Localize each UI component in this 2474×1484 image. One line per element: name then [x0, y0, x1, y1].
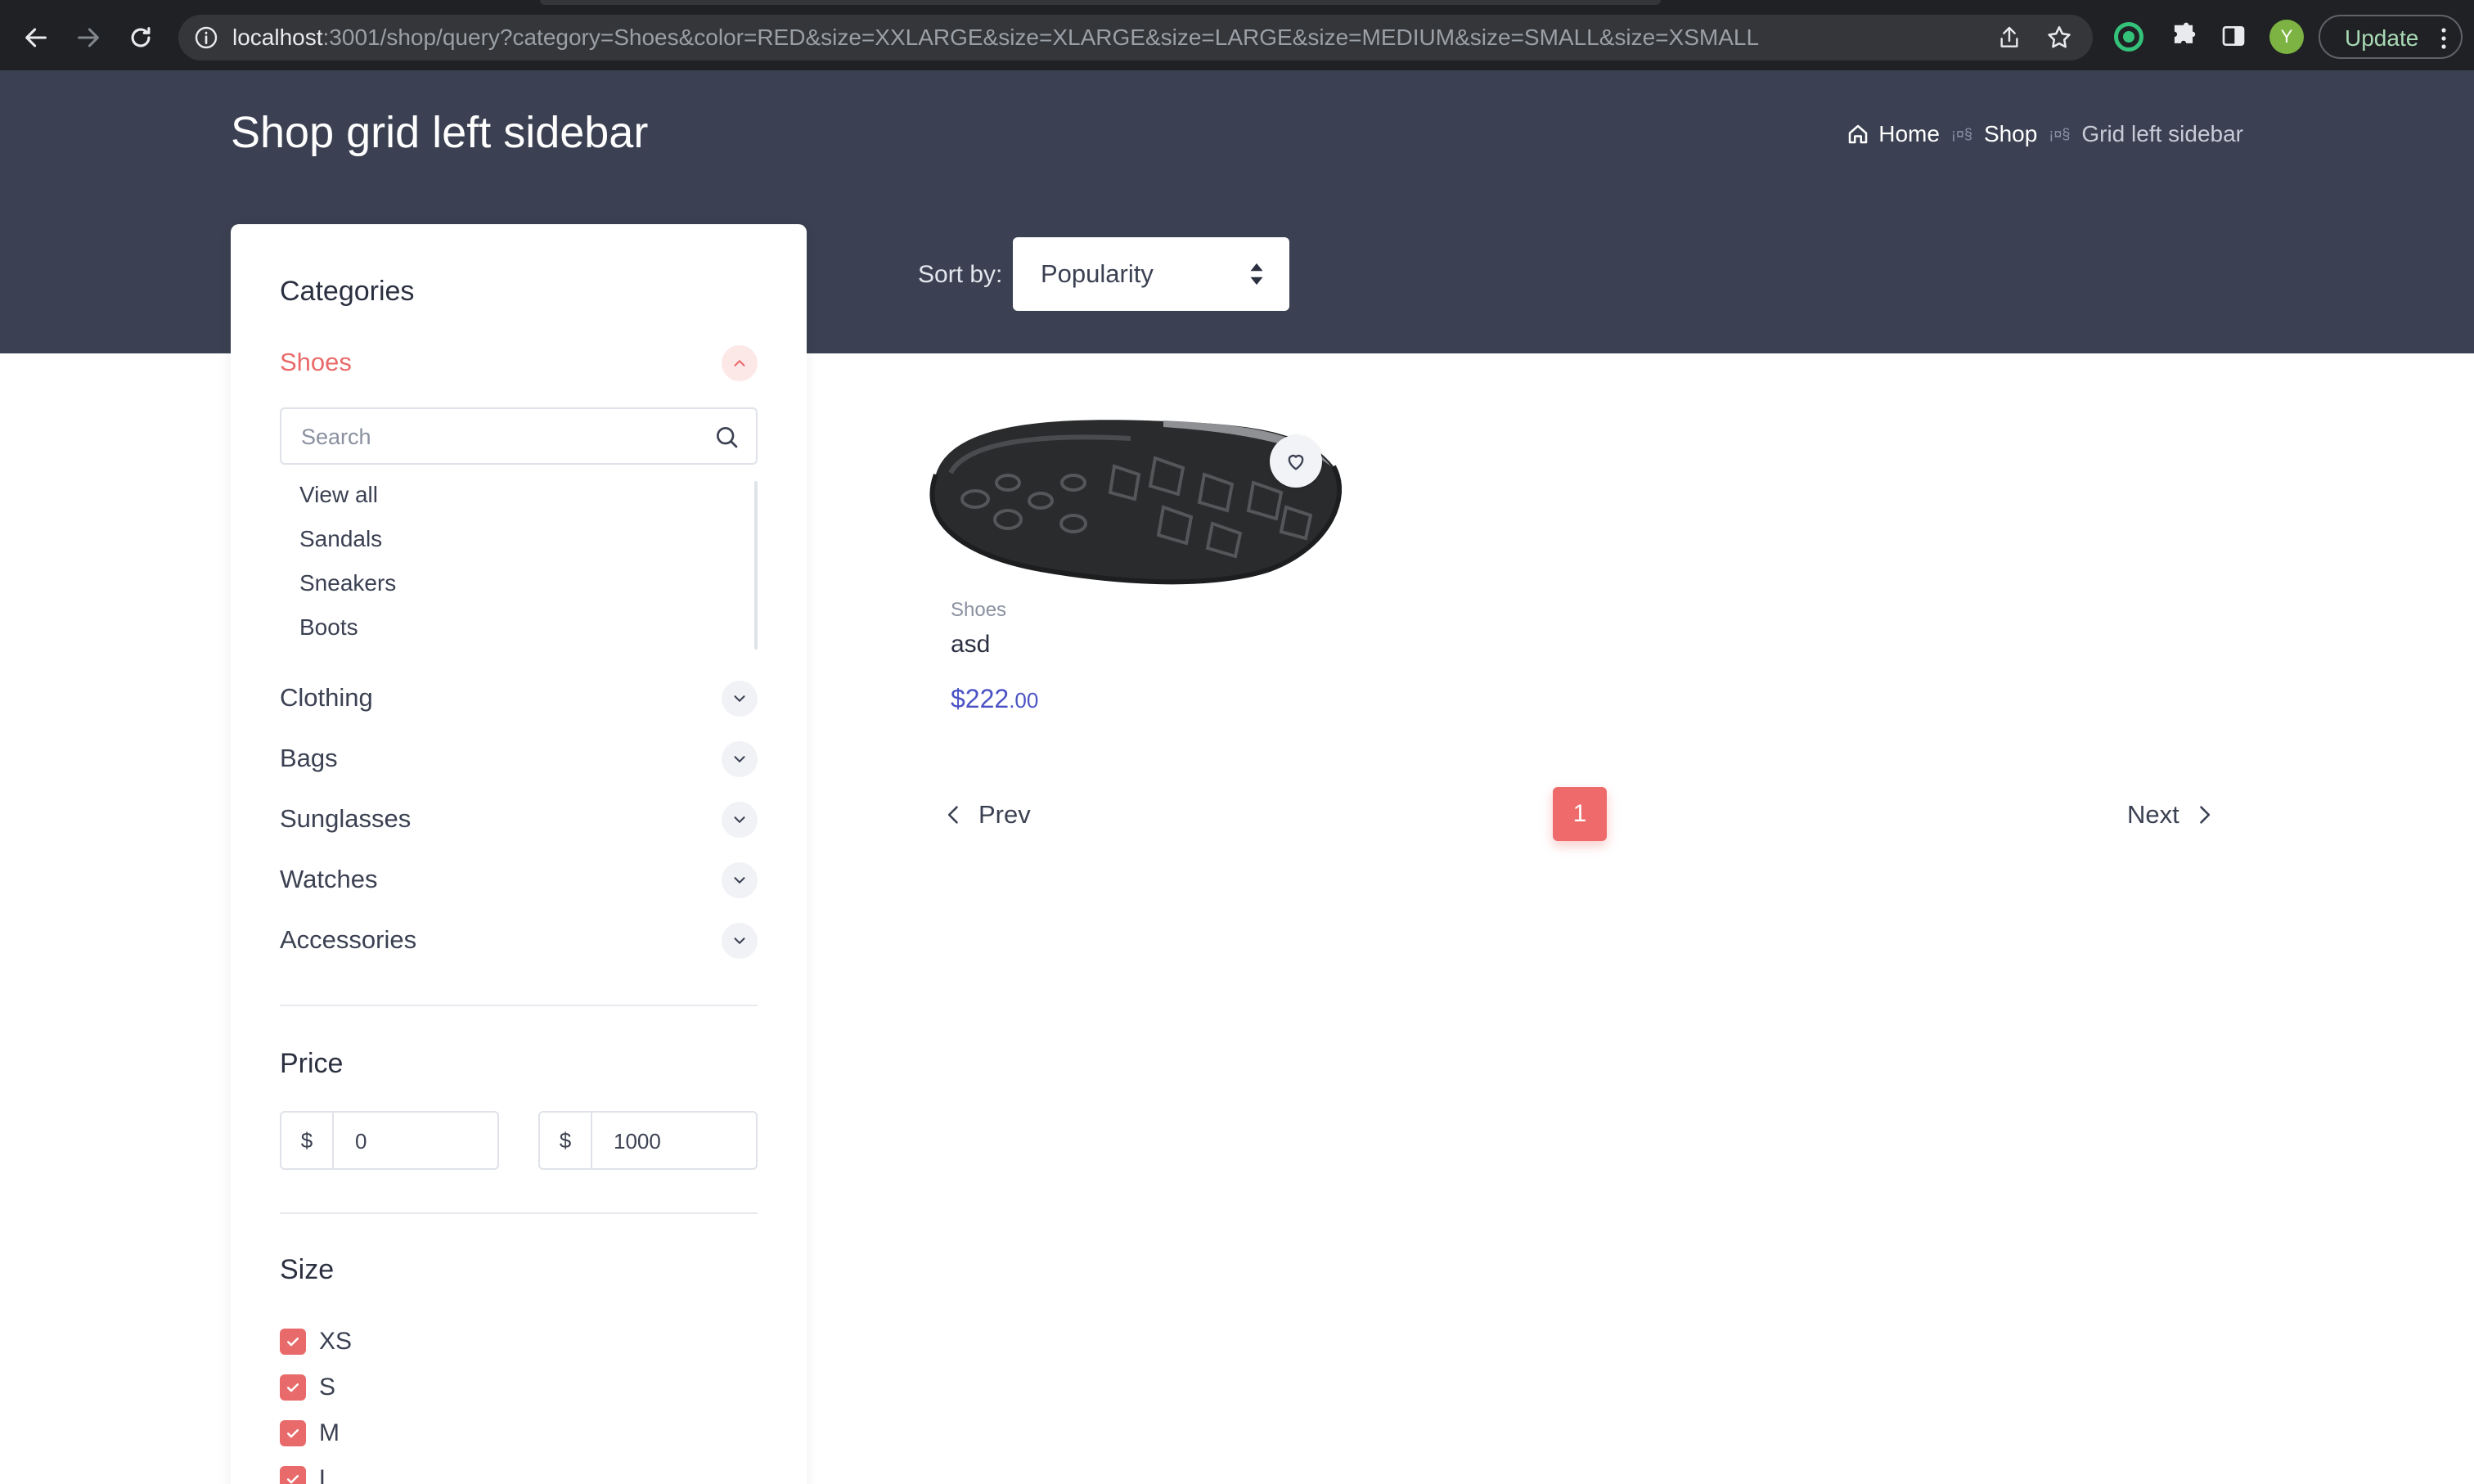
puzzle-icon[interactable]	[2168, 21, 2199, 52]
reload-icon[interactable]	[123, 20, 159, 56]
sort-select[interactable]: Popularity	[1013, 237, 1289, 311]
chevron-right-icon	[2199, 806, 2210, 824]
product-name[interactable]: asd	[951, 630, 990, 659]
active-tab[interactable]	[540, 0, 1661, 5]
price-max-field[interactable]: $ 1000	[538, 1111, 758, 1170]
breadcrumb-home[interactable]: Home	[1878, 121, 1940, 147]
breadcrumb-separator: ¡¤§	[2049, 125, 2071, 142]
product-image[interactable]	[918, 409, 1342, 589]
subcategory-sneakers[interactable]: Sneakers	[299, 569, 396, 597]
share-icon[interactable]	[1996, 25, 2022, 51]
subcategory-boots[interactable]: Boots	[299, 614, 358, 641]
chevron-down-icon[interactable]	[722, 741, 758, 777]
wishlist-button[interactable]	[1270, 435, 1322, 488]
back-icon[interactable]	[18, 20, 54, 56]
pagination-prev[interactable]: Prev	[942, 798, 1031, 831]
product-price: $222.00	[951, 684, 1039, 713]
check-icon	[286, 1383, 299, 1392]
home-icon[interactable]	[1846, 122, 1870, 146]
currency-symbol: $	[540, 1113, 592, 1168]
breadcrumb: Home ¡¤§ Shop ¡¤§ Grid left sidebar	[1846, 119, 2243, 149]
filter-sidebar: Categories Shoes Search View all Sandals…	[231, 224, 807, 1484]
pagination-next[interactable]: Next	[2127, 798, 2215, 831]
checkbox-checked[interactable]	[280, 1374, 306, 1401]
profile-avatar[interactable]: Y	[2269, 20, 2304, 54]
category-accessories[interactable]: Accessories	[280, 920, 758, 960]
subcategory-list: View all Sandals Sneakers Boots	[280, 478, 758, 654]
breadcrumb-shop[interactable]: Shop	[1984, 121, 2037, 147]
extension-icon[interactable]	[2114, 22, 2143, 52]
category-shoes[interactable]: Shoes	[280, 342, 758, 383]
info-icon[interactable]	[193, 25, 219, 51]
chevron-left-icon	[947, 806, 958, 824]
browser-toolbar: localhost:3001/shop/query?category=Shoes…	[0, 0, 2474, 70]
menu-dots-icon[interactable]	[2441, 28, 2446, 49]
check-icon	[286, 1429, 299, 1438]
size-heading: Size	[280, 1254, 335, 1285]
subcategory-view-all[interactable]: View all	[299, 481, 378, 509]
check-icon	[286, 1338, 299, 1347]
product-category[interactable]: Shoes	[951, 599, 1006, 622]
search-icon[interactable]	[713, 424, 740, 450]
currency-symbol: $	[281, 1113, 334, 1168]
forward-icon[interactable]	[70, 20, 106, 56]
section-divider	[280, 1005, 758, 1006]
page-title: Shop grid left sidebar	[231, 108, 649, 157]
address-bar[interactable]: localhost:3001/shop/query?category=Shoes…	[178, 15, 2093, 61]
category-watches[interactable]: Watches	[280, 859, 758, 900]
sort-label: Sort by:	[918, 261, 1003, 288]
heart-icon	[1288, 454, 1304, 470]
scrollbar[interactable]	[754, 481, 758, 650]
category-clothing[interactable]: Clothing	[280, 677, 758, 718]
select-arrows-icon	[1250, 263, 1263, 286]
update-button[interactable]: Update	[2319, 15, 2463, 59]
category-bags[interactable]: Bags	[280, 738, 758, 779]
subcategory-sandals[interactable]: Sandals	[299, 525, 382, 553]
checkbox-checked[interactable]	[280, 1420, 306, 1446]
breadcrumb-separator: ¡¤§	[1950, 125, 1972, 142]
check-icon	[286, 1475, 299, 1484]
star-icon[interactable]	[2045, 24, 2073, 52]
chevron-down-icon[interactable]	[722, 802, 758, 838]
chevron-up-icon[interactable]	[722, 345, 758, 381]
url-text[interactable]: localhost:3001/shop/query?category=Shoes…	[232, 25, 1759, 51]
chevron-down-icon[interactable]	[722, 862, 758, 898]
price-min-field[interactable]: $ 0	[280, 1111, 499, 1170]
section-divider	[280, 1212, 758, 1214]
price-heading: Price	[280, 1048, 344, 1079]
chevron-down-icon[interactable]	[722, 681, 758, 717]
chevron-down-icon[interactable]	[722, 923, 758, 959]
category-sunglasses[interactable]: Sunglasses	[280, 798, 758, 839]
browser-window: localhost:3001/shop/query?category=Shoes…	[0, 0, 2474, 1484]
side-panel-icon[interactable]	[2220, 23, 2247, 49]
breadcrumb-current: Grid left sidebar	[2081, 121, 2243, 146]
checkbox-checked[interactable]	[280, 1329, 306, 1355]
category-search-input[interactable]: Search	[280, 407, 758, 465]
categories-heading: Categories	[280, 276, 415, 307]
checkbox-checked[interactable]	[280, 1466, 306, 1484]
pagination-page-1[interactable]: 1	[1553, 787, 1607, 841]
